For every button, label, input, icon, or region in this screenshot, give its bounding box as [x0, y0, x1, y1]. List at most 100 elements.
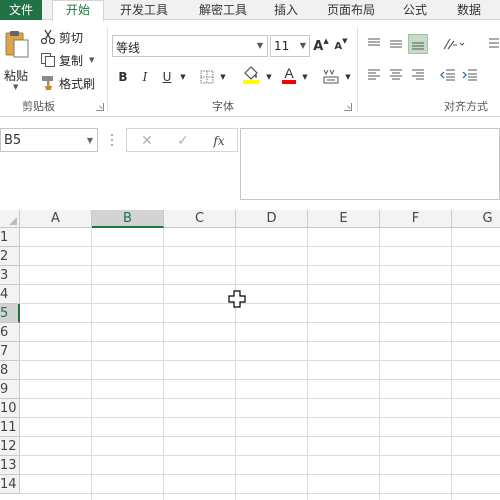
chevron-down-icon[interactable]: ▼ [343, 67, 353, 87]
grid-line [451, 228, 452, 500]
cancel-entry-button[interactable]: ✕ [135, 131, 159, 151]
font-size-select[interactable]: 11 ▼ [270, 35, 310, 57]
group-divider [107, 27, 108, 111]
grow-font-icon: A [313, 38, 324, 54]
align-right-button[interactable] [408, 65, 428, 85]
drag-handle-icon[interactable] [110, 132, 114, 148]
tab-home[interactable]: 开始 [52, 0, 104, 21]
clipboard-launcher-icon[interactable] [96, 103, 104, 111]
grid-line [20, 493, 500, 494]
align-middle-icon [390, 40, 402, 48]
grid-line [20, 303, 500, 304]
bold-button[interactable]: B [114, 67, 132, 87]
align-left-button[interactable] [364, 65, 384, 85]
column-header[interactable]: A [20, 210, 92, 228]
font-color-icon: A [282, 65, 296, 84]
copy-label: 复制 [59, 53, 84, 68]
chevron-down-icon[interactable]: ▼ [264, 67, 274, 87]
column-header[interactable]: B [92, 210, 164, 228]
insert-function-button[interactable]: fx [207, 131, 231, 151]
phonetic-guide-button[interactable] [320, 65, 342, 85]
fill-color-button[interactable] [240, 65, 262, 85]
chevron-down-icon: ▼ [256, 41, 263, 50]
cell-area[interactable] [20, 228, 500, 500]
decrease-indent-button[interactable] [438, 65, 458, 85]
increase-indent-button[interactable] [460, 65, 480, 85]
borders-button[interactable] [198, 67, 216, 87]
text-orientation-icon [443, 38, 465, 50]
worksheet-grid[interactable]: ABCDEFG 1 2 3 4 5 6 7 8 9 10 11 12 13 14 [0, 210, 500, 500]
cut-button[interactable]: 剪切 [40, 27, 83, 47]
row-header[interactable]: 6 [0, 323, 20, 342]
tab-insert[interactable]: 插入 [266, 0, 306, 20]
underline-button[interactable]: U [158, 67, 176, 87]
chevron-down-icon: ▼ [86, 136, 93, 145]
paste-button[interactable]: 粘贴 ▼ [2, 25, 32, 91]
cell-select-cursor-icon [228, 290, 246, 308]
cut-label: 剪切 [59, 30, 84, 45]
formula-bar: B5 ▼ ✕ ✓ fx [0, 118, 500, 210]
tab-file[interactable]: 文件 [0, 0, 42, 20]
font-name-select[interactable]: 等线 ▼ [112, 35, 268, 57]
decrease-font-size-button[interactable]: A ▼ [333, 36, 349, 56]
chevron-down-icon[interactable]: ▼ [13, 83, 18, 91]
formula-input[interactable] [240, 128, 500, 200]
align-middle-button[interactable] [386, 34, 406, 54]
enter-entry-button[interactable]: ✓ [171, 131, 195, 151]
row-header[interactable]: 10 [0, 399, 20, 418]
row-header[interactable]: 12 [0, 437, 20, 456]
tab-developer[interactable]: 开发工具 [108, 0, 180, 20]
row-header[interactable]: 11 [0, 418, 20, 437]
tab-page-layout[interactable]: 页面布局 [318, 0, 384, 20]
grid-line [163, 228, 164, 500]
row-header[interactable]: 2 [0, 247, 20, 266]
paste-label: 粘贴 [4, 69, 29, 83]
row-header[interactable]: 13 [0, 456, 20, 475]
column-header[interactable]: E [308, 210, 380, 228]
row-header[interactable]: 5 [0, 304, 20, 323]
chevron-down-icon[interactable]: ▼ [178, 67, 188, 87]
tab-decrypt[interactable]: 解密工具 [187, 0, 259, 20]
clipboard-group-label: 剪贴板 [22, 100, 55, 113]
align-left-icon [368, 69, 380, 80]
row-header[interactable]: 7 [0, 342, 20, 361]
orientation-button[interactable] [440, 34, 468, 54]
chevron-down-icon[interactable]: ▼ [300, 67, 310, 87]
chevron-down-icon[interactable]: ▼ [89, 56, 94, 64]
font-launcher-icon[interactable] [344, 103, 352, 111]
grid-line [91, 228, 92, 500]
tab-formulas[interactable]: 公式 [394, 0, 436, 20]
column-header[interactable]: C [164, 210, 236, 228]
paint-bucket-icon [243, 66, 259, 84]
ribbon-tab-bar: 文件 开始 开发工具 解密工具 插入 页面布局 公式 数据 [0, 0, 500, 21]
row-header[interactable]: 4 [0, 285, 20, 304]
wrap-text-button[interactable] [486, 34, 500, 54]
group-divider [357, 27, 358, 111]
font-color-glyph: A [284, 65, 294, 81]
chevron-down-icon[interactable]: ▼ [218, 67, 228, 87]
copy-button[interactable]: 复制 ▼ [40, 50, 94, 70]
column-header[interactable]: D [236, 210, 308, 228]
align-center-icon [390, 69, 402, 80]
align-bottom-button[interactable] [408, 34, 428, 54]
row-header[interactable]: 1 [0, 228, 20, 247]
format-painter-button[interactable]: 格式刷 [40, 73, 95, 93]
tab-data[interactable]: 数据 [448, 0, 490, 20]
increase-font-size-button[interactable]: A ▲ [313, 36, 329, 56]
row-header[interactable]: 8 [0, 361, 20, 380]
name-box[interactable]: B5 ▼ [0, 128, 98, 152]
row-header[interactable]: 9 [0, 380, 20, 399]
align-top-icon [368, 38, 380, 46]
row-header[interactable]: 14 [0, 475, 20, 494]
select-all-corner[interactable] [0, 210, 20, 228]
column-header[interactable]: G [452, 210, 500, 228]
align-top-button[interactable] [364, 34, 384, 54]
font-group-label: 字体 [212, 100, 234, 113]
font-color-button[interactable]: A [280, 65, 298, 85]
row-header[interactable]: 3 [0, 266, 20, 285]
align-center-button[interactable] [386, 65, 406, 85]
italic-button[interactable]: I [136, 67, 154, 87]
wrap-text-icon [489, 38, 499, 48]
grid-line [20, 474, 500, 475]
column-header[interactable]: F [380, 210, 452, 228]
